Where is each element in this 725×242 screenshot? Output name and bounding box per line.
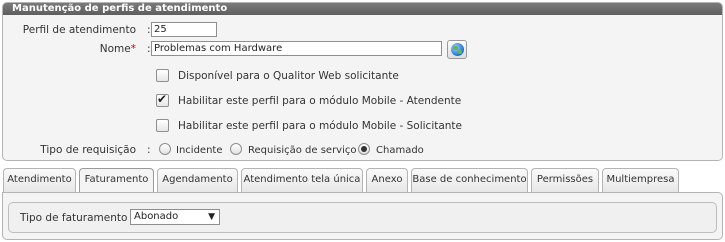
tipo-faturamento-value: Abonado: [134, 211, 179, 222]
perfil-input[interactable]: [151, 22, 217, 37]
nome-row: Nome* :: [3, 40, 722, 60]
nome-label: Nome: [99, 43, 131, 55]
tab-anexo[interactable]: Anexo: [366, 168, 408, 192]
checkbox-mobile-atendente-label: Habilitar este perfil para o módulo Mobi…: [178, 95, 462, 107]
checkbox-mobile-solicitante[interactable]: [156, 119, 169, 132]
radio-chamado[interactable]: [358, 143, 370, 155]
tab-permissoes[interactable]: Permissões: [531, 168, 599, 192]
translate-globe-button[interactable]: [447, 40, 467, 59]
checkbox-qualitor-web-label: Disponível para o Qualitor Web solicitan…: [178, 70, 399, 82]
perfil-row: Perfil de atendimento :: [3, 21, 722, 41]
faturamento-fieldset: Tipo de faturamento : Abonado ▼: [8, 202, 717, 233]
radio-requisicao-servico-label: Requisição de serviço: [248, 145, 357, 156]
nome-input[interactable]: [151, 41, 442, 56]
checkbox-row-mobile-atendente: ✔ Habilitar este perfil para o módulo Mo…: [3, 92, 722, 112]
tipo-faturamento-label: Tipo de faturamento: [20, 212, 128, 224]
chevron-down-icon: ▼: [208, 212, 215, 222]
tipo-requisicao-row: Tipo de requisição : Incidente Requisiçã…: [3, 140, 722, 160]
radio-selected-dot: [361, 146, 367, 152]
tab-atendimento-tela-unica[interactable]: Atendimento tela única: [241, 168, 363, 192]
panel-title: Manutenção de perfis de atendimento: [3, 3, 722, 15]
checkbox-qualitor-web[interactable]: [156, 69, 169, 82]
nome-label-wrap: Nome*: [100, 43, 136, 55]
tab-base-conhecimento[interactable]: Base de conhecimento: [411, 168, 528, 192]
checkbox-row-qualitor-web: Disponível para o Qualitor Web solicitan…: [3, 67, 722, 87]
check-icon: ✔: [157, 92, 168, 106]
tipo-faturamento-select[interactable]: Abonado ▼: [130, 209, 220, 225]
perfil-label: Perfil de atendimento: [22, 24, 136, 36]
tab-faturamento[interactable]: Faturamento: [79, 168, 154, 193]
nome-colon: :: [147, 43, 151, 55]
radio-chamado-label: Chamado: [376, 145, 424, 156]
checkbox-mobile-solicitante-label: Habilitar este perfil para o módulo Mobi…: [178, 120, 463, 132]
tipo-requisicao-label: Tipo de requisição: [40, 144, 136, 156]
tipo-faturamento-label-wrap: Tipo de faturamento :: [20, 212, 134, 224]
globe-icon: [451, 43, 464, 56]
profile-panel: Manutenção de perfis de atendimento Perf…: [2, 2, 723, 161]
checkbox-mobile-atendente[interactable]: ✔: [156, 92, 169, 107]
radio-incidente-label: Incidente: [176, 145, 223, 156]
required-mark: *: [130, 43, 136, 55]
radio-incidente[interactable]: [159, 143, 171, 155]
perfil-colon: :: [147, 24, 151, 36]
faturamento-tab-panel: Tipo de faturamento : Abonado ▼: [2, 192, 723, 240]
tipo-requisicao-colon: :: [147, 144, 151, 156]
checkbox-row-mobile-solicitante: Habilitar este perfil para o módulo Mobi…: [3, 117, 722, 137]
radio-requisicao-servico[interactable]: [230, 143, 242, 155]
tab-multiempresa[interactable]: Multiempresa: [602, 168, 679, 192]
tab-agendamento[interactable]: Agendamento: [157, 168, 238, 192]
tab-atendimento[interactable]: Atendimento: [3, 168, 76, 192]
